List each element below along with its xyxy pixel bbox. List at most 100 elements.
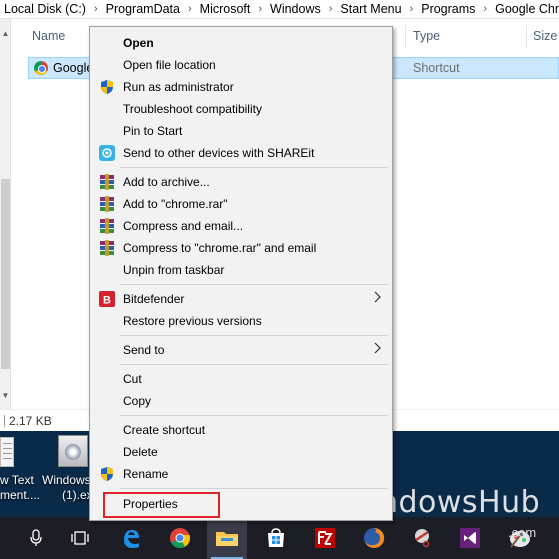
breadcrumb-item[interactable]: ProgramData [106, 2, 180, 16]
file-explorer-icon[interactable] [207, 517, 247, 559]
menu-item-label: Cut [123, 372, 142, 386]
chrome-icon [34, 61, 48, 75]
column-header-name[interactable]: Name [32, 29, 65, 43]
desktop-item-text-document[interactable]: w Text ment.... [0, 473, 40, 503]
scroll-up-icon[interactable]: ▲ [0, 29, 11, 38]
desktop-item-windows-setup[interactable]: Windows (1).ex [42, 473, 93, 503]
doc-line [3, 458, 12, 459]
menu-item-label: Add to archive... [123, 175, 210, 189]
store-icon[interactable] [256, 517, 296, 559]
status-divider [4, 415, 5, 427]
desktop-item-label: ment.... [0, 488, 41, 502]
menu-item-add-to-rar[interactable]: Add to "chrome.rar" [90, 193, 392, 215]
chevron-right-icon[interactable]: › [329, 3, 333, 15]
task-view-icon[interactable] [60, 517, 100, 559]
scroll-down-icon[interactable]: ▼ [0, 391, 11, 400]
desktop-item-label: Windows [42, 473, 91, 487]
menu-separator [120, 364, 388, 365]
taskbar [0, 517, 559, 559]
menu-item-open-file-location[interactable]: Open file location [90, 54, 392, 76]
column-divider[interactable] [405, 25, 406, 49]
menu-item-label: Delete [123, 445, 158, 459]
menu-item-label: Pin to Start [123, 124, 183, 138]
shareit-icon [99, 145, 115, 161]
svg-text:B: B [103, 295, 111, 307]
winrar-icon [99, 218, 115, 234]
chevron-right-icon[interactable]: › [410, 3, 414, 15]
desktop-item-label: (1).ex [62, 488, 93, 502]
column-header-type[interactable]: Type [413, 29, 440, 43]
menu-separator [120, 284, 388, 285]
filezilla-icon[interactable] [305, 517, 345, 559]
setup-disc-icon[interactable] [58, 435, 88, 467]
menu-item-label: Add to "chrome.rar" [123, 197, 228, 211]
menu-item-add-to-archive[interactable]: Add to archive... [90, 171, 392, 193]
menu-item-cut[interactable]: Cut [90, 368, 392, 390]
menu-item-send-to[interactable]: Send to [90, 339, 392, 361]
uac-shield-icon [99, 466, 115, 482]
status-selected-size: 2.17 KB [9, 414, 52, 428]
address-bar[interactable]: Local Disk (C:) › ProgramData › Microsof… [0, 0, 559, 19]
menu-item-bitdefender[interactable]: B Bitdefender [90, 288, 392, 310]
menu-item-create-shortcut[interactable]: Create shortcut [90, 419, 392, 441]
menu-item-rename[interactable]: Rename [90, 463, 392, 485]
menu-item-label: Run as administrator [123, 80, 234, 94]
cortana-microphone-icon[interactable] [16, 517, 56, 559]
submenu-arrow-icon [374, 291, 382, 306]
breadcrumb-item[interactable]: Windows [270, 2, 321, 16]
menu-item-label: Send to [123, 343, 165, 357]
chevron-right-icon[interactable]: › [483, 3, 487, 15]
menu-item-label: Compress and email... [123, 219, 244, 233]
breadcrumb-item[interactable]: Local Disk (C:) [4, 2, 86, 16]
menu-item-run-as-administrator[interactable]: Run as administrator [90, 76, 392, 98]
menu-item-label: Create shortcut [123, 423, 206, 437]
chrome-taskbar-icon[interactable] [160, 517, 200, 559]
doc-line [3, 443, 12, 444]
bitdefender-icon: B [99, 291, 115, 307]
breadcrumb-item[interactable]: Start Menu [340, 2, 401, 16]
column-divider[interactable] [526, 25, 527, 49]
doc-line [3, 453, 12, 454]
chevron-right-icon[interactable]: › [258, 3, 262, 15]
menu-separator [120, 488, 388, 489]
menu-item-label: Open file location [123, 58, 216, 72]
chevron-right-icon[interactable]: › [94, 3, 98, 15]
desktop-item-label: w Text [0, 473, 34, 487]
visual-studio-icon[interactable] [450, 517, 490, 559]
menu-item-compress-and-email[interactable]: Compress and email... [90, 215, 392, 237]
menu-item-troubleshoot-compatibility[interactable]: Troubleshoot compatibility [90, 98, 392, 120]
scrollbar-thumb[interactable] [1, 179, 10, 369]
context-menu: Open Open file location Run as administr… [89, 26, 393, 521]
winrar-icon [99, 240, 115, 256]
menu-item-restore-previous-versions[interactable]: Restore previous versions [90, 310, 392, 332]
menu-separator [120, 415, 388, 416]
menu-item-label: Open [123, 36, 154, 50]
menu-separator [120, 167, 388, 168]
watermark-suffix: .com [508, 525, 537, 540]
doc-line [3, 448, 12, 449]
menu-item-compress-rar-and-email[interactable]: Compress to "chrome.rar" and email [90, 237, 392, 259]
firefox-icon[interactable] [354, 517, 394, 559]
file-name: Google [53, 61, 94, 75]
breadcrumb-item[interactable]: Google Chr [495, 2, 559, 16]
menu-item-delete[interactable]: Delete [90, 441, 392, 463]
chevron-right-icon[interactable]: › [188, 3, 192, 15]
snipping-tool-icon[interactable] [403, 517, 443, 559]
menu-item-unpin-from-taskbar[interactable]: Unpin from taskbar [90, 259, 392, 281]
breadcrumb-item[interactable]: Programs [421, 2, 475, 16]
breadcrumb: Local Disk (C:) › ProgramData › Microsof… [0, 2, 559, 16]
navigation-scrollbar[interactable]: ▲ ▼ [0, 19, 11, 409]
edge-browser-icon[interactable] [111, 517, 151, 559]
submenu-arrow-icon [374, 342, 382, 357]
winrar-icon [99, 174, 115, 190]
breadcrumb-item[interactable]: Microsoft [200, 2, 251, 16]
menu-item-copy[interactable]: Copy [90, 390, 392, 412]
file-type: Shortcut [413, 61, 460, 75]
column-header-size[interactable]: Size [533, 29, 557, 43]
text-document-icon[interactable] [0, 437, 14, 467]
menu-item-label: Send to other devices with SHAREit [123, 146, 315, 160]
menu-item-send-shareit[interactable]: Send to other devices with SHAREit [90, 142, 392, 164]
uac-shield-icon [99, 79, 115, 95]
menu-item-open[interactable]: Open [90, 32, 392, 54]
menu-item-pin-to-start[interactable]: Pin to Start [90, 120, 392, 142]
